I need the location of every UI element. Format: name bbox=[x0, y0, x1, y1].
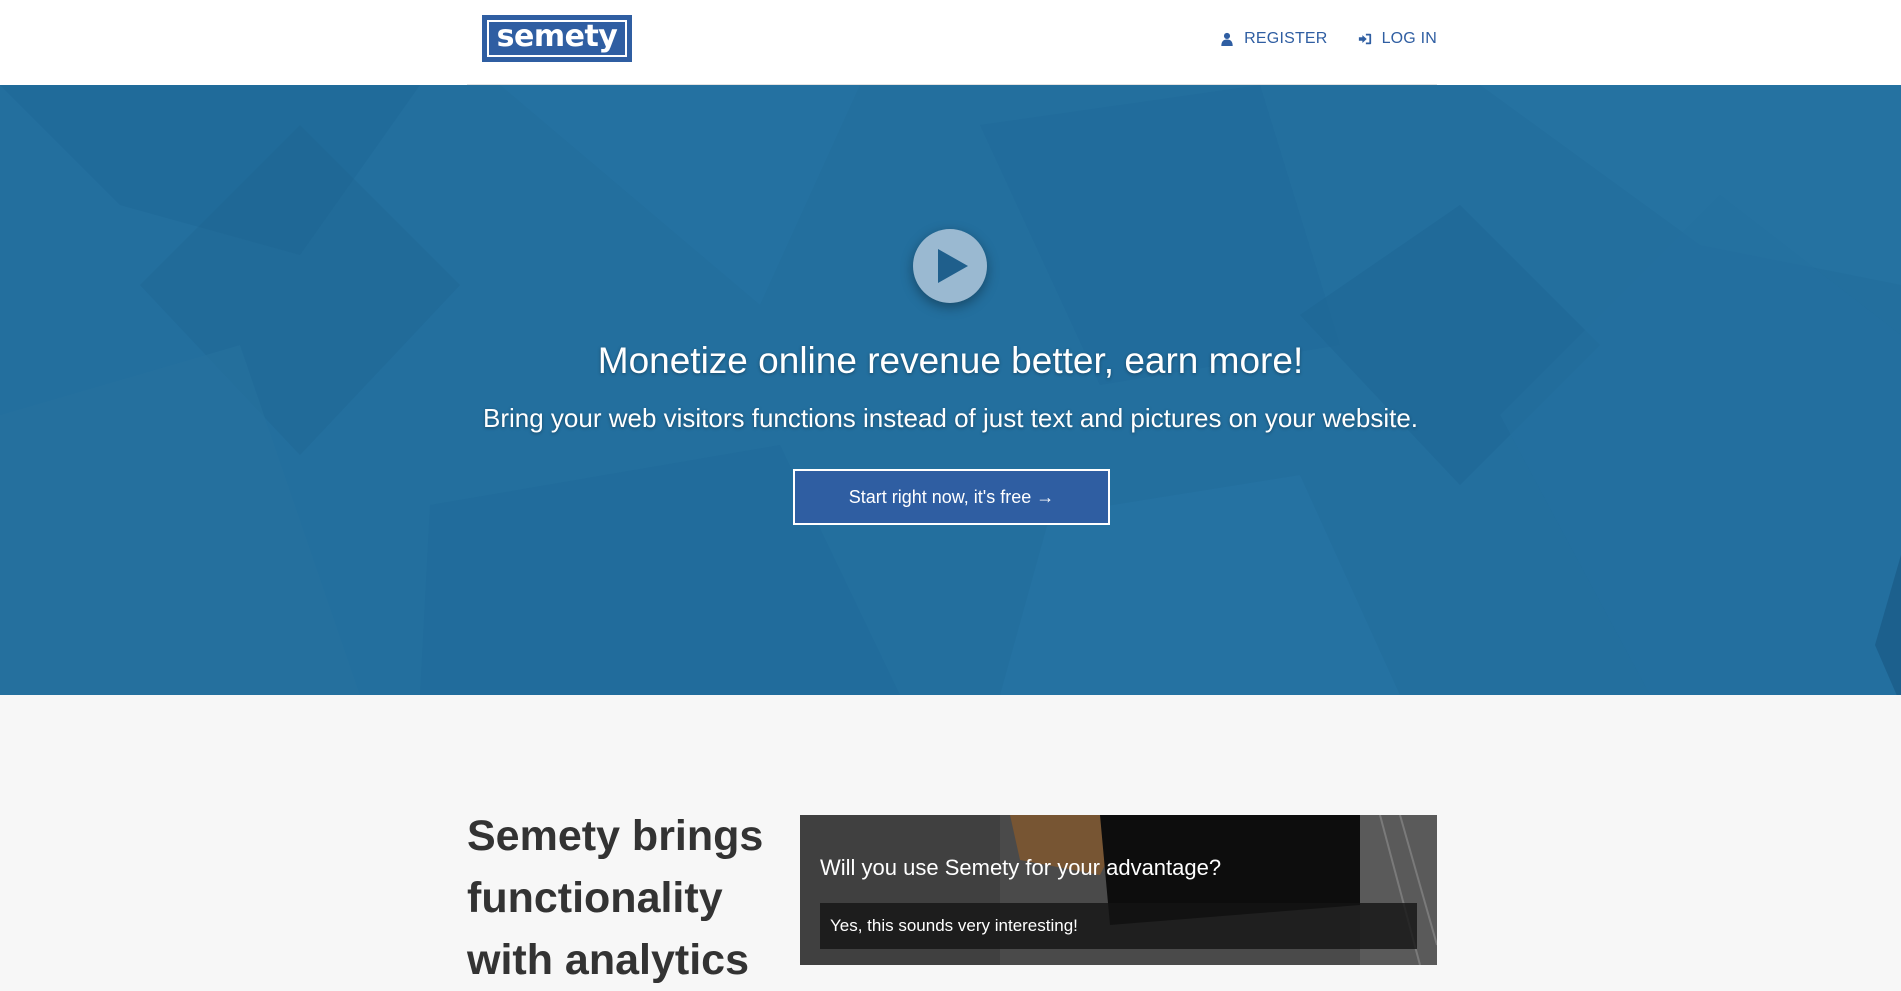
header-container: semety REGISTER LOG IN bbox=[467, 0, 1437, 85]
logo-text: semety bbox=[496, 18, 618, 54]
sign-in-icon bbox=[1358, 33, 1371, 45]
poll-question: Will you use Semety for your advantage? bbox=[820, 855, 1222, 880]
register-link[interactable]: REGISTER bbox=[1220, 30, 1327, 48]
semety-logo[interactable]: semety bbox=[482, 15, 632, 62]
hero-title: Monetize online revenue better, earn mor… bbox=[597, 340, 1304, 381]
section-lead-heading: Semety brings functionality with analyti… bbox=[467, 812, 764, 984]
play-video-button[interactable] bbox=[913, 229, 987, 303]
hero-section: Monetize online revenue better, earn mor… bbox=[0, 85, 1901, 695]
hero-background-pattern bbox=[0, 85, 1901, 695]
features-section: Semety brings functionality with analyti… bbox=[0, 695, 1901, 984]
hero-subtitle: Bring your web visitors functions instea… bbox=[482, 403, 1419, 433]
login-link[interactable]: LOG IN bbox=[1358, 30, 1437, 48]
poll-option[interactable]: Yes, this sounds very interesting! bbox=[820, 903, 1417, 949]
register-label: REGISTER bbox=[1244, 30, 1328, 47]
start-now-button[interactable]: Start right now, it's free → bbox=[793, 469, 1110, 525]
header-nav: REGISTER LOG IN bbox=[1220, 30, 1437, 48]
play-icon bbox=[938, 249, 968, 283]
login-label: LOG IN bbox=[1381, 30, 1437, 47]
site-header: semety REGISTER LOG IN bbox=[0, 0, 1901, 85]
user-icon bbox=[1221, 32, 1233, 46]
poll-widget: Will you use Semety for your advantage? … bbox=[800, 815, 1437, 965]
